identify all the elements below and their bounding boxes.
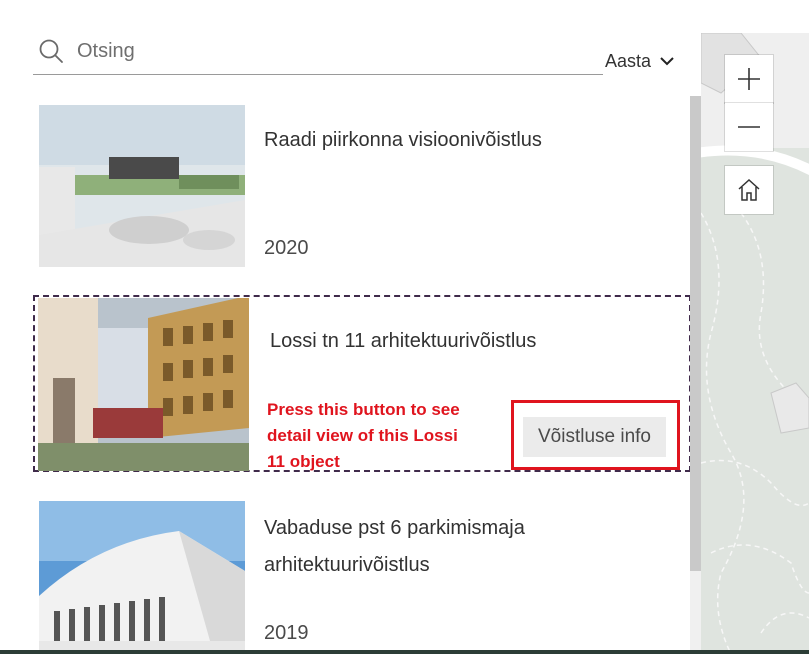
scrollbar-thumb[interactable] (690, 96, 701, 571)
thumbnail-image (39, 105, 245, 267)
zoom-out-button[interactable] (725, 103, 773, 151)
minus-icon (738, 126, 760, 128)
instruction-annotation: Press this button to see detail view of … (267, 397, 507, 475)
annotation-line: detail view of this Lossi (267, 426, 458, 445)
competition-info-button[interactable]: Võistluse info (523, 417, 666, 457)
annotation-line: Press this button to see (267, 400, 460, 419)
search-input[interactable] (77, 38, 577, 64)
item-title-line: Vabaduse pst 6 parkimismaja (264, 517, 525, 539)
list-item[interactable]: Raadi piirkonna visioonivõistlus 2020 (33, 104, 691, 274)
sort-dropdown[interactable]: Aasta (605, 50, 675, 72)
item-title-line: arhitektuurivõistlus (264, 554, 430, 576)
item-title: Raadi piirkonna visioonivõistlus (264, 129, 542, 151)
item-title: Lossi tn 11 arhitektuurivõistlus (270, 330, 537, 352)
search-icon (39, 39, 63, 63)
thumbnail-image (38, 298, 249, 471)
thumbnail-image (39, 501, 245, 654)
plus-icon (738, 68, 760, 90)
list-item[interactable]: Vabaduse pst 6 parkimismaja arhitektuuri… (33, 500, 691, 654)
sort-label: Aasta (605, 50, 652, 71)
search-bar (33, 30, 603, 75)
zoom-in-button[interactable] (725, 55, 773, 103)
annotation-line: 11 object (267, 452, 340, 471)
bottom-bar (0, 650, 809, 654)
item-year: 2019 (264, 622, 309, 644)
chevron-down-icon (660, 57, 674, 66)
home-icon (738, 178, 760, 201)
item-title: Vabaduse pst 6 parkimismaja arhitektuuri… (264, 510, 664, 584)
item-year: 2020 (264, 237, 309, 259)
results-list: Raadi piirkonna visioonivõistlus 2020 Lo… (33, 96, 691, 654)
home-button[interactable] (725, 166, 773, 214)
